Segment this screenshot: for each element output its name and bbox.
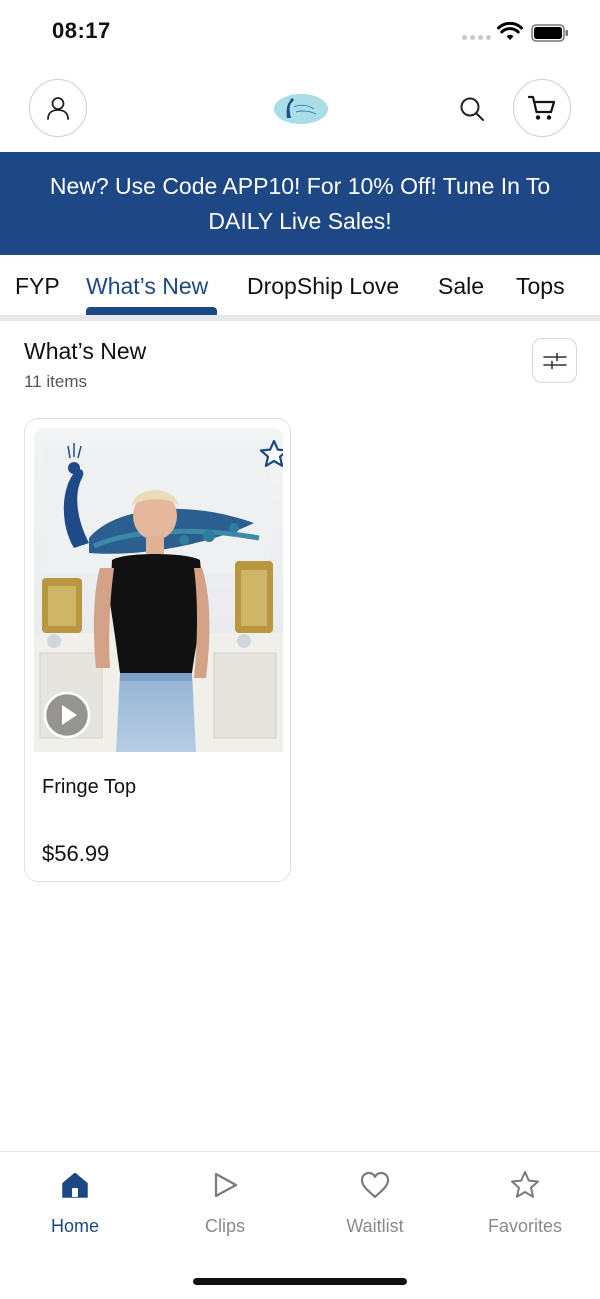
tab-sale[interactable]: Sale <box>438 255 484 317</box>
active-tab-indicator <box>86 307 217 315</box>
peacock-logo-icon <box>274 94 328 124</box>
tab-fyp[interactable]: FYP <box>15 255 60 317</box>
favorite-button[interactable] <box>256 436 283 472</box>
nav-favorites-label: Favorites <box>487 1216 563 1236</box>
promo-text: New? Use Code APP10! For 10% Off! Tune I… <box>49 172 551 234</box>
account-icon <box>47 97 69 120</box>
wifi-icon <box>497 22 523 40</box>
search-button[interactable] <box>452 89 492 129</box>
nav-waitlist[interactable]: Waitlist <box>315 1168 435 1240</box>
tab-dropship-love[interactable]: DropShip Love <box>247 255 399 317</box>
star-outline-icon <box>259 439 283 467</box>
product-price: $56.99 <box>42 841 110 866</box>
bottom-nav: Home Clips Waitlist Favorites <box>0 1151 600 1299</box>
app-header <box>0 64 600 152</box>
nav-clips[interactable]: Clips <box>165 1168 285 1240</box>
nav-home[interactable]: Home <box>15 1168 135 1240</box>
cellular-signal-icon <box>462 35 491 40</box>
heart-icon <box>360 1171 390 1199</box>
search-icon <box>460 97 484 121</box>
home-icon <box>62 1172 88 1198</box>
cart-icon <box>527 95 556 120</box>
product-card[interactable]: Fringe Top $56.99 <box>24 418 291 882</box>
battery-icon <box>531 24 568 42</box>
nav-waitlist-label: Waitlist <box>346 1216 404 1236</box>
account-button[interactable] <box>29 79 87 137</box>
section-title: What’s New <box>24 338 147 364</box>
filter-button[interactable] <box>532 338 577 383</box>
star-icon <box>511 1171 539 1198</box>
home-indicator <box>193 1278 407 1285</box>
play-video-button[interactable] <box>43 691 91 739</box>
status-bar: 08:17 <box>0 0 600 64</box>
filter-sliders-icon <box>542 352 567 369</box>
promo-banner[interactable]: New? Use Code APP10! For 10% Off! Tune I… <box>0 152 600 255</box>
cart-button[interactable] <box>513 79 571 137</box>
product-image[interactable] <box>34 428 283 752</box>
status-time: 08:17 <box>52 18 111 43</box>
brand-logo[interactable] <box>274 94 328 124</box>
tabs-divider <box>0 315 600 321</box>
tab-tops[interactable]: Tops <box>516 255 565 317</box>
play-icon <box>43 691 91 739</box>
nav-clips-label: Clips <box>204 1216 245 1236</box>
item-count: 11 items <box>24 372 87 391</box>
nav-favorites[interactable]: Favorites <box>465 1168 585 1240</box>
play-icon <box>214 1172 238 1198</box>
nav-home-label: Home <box>50 1216 99 1236</box>
product-name: Fringe Top <box>42 776 137 798</box>
